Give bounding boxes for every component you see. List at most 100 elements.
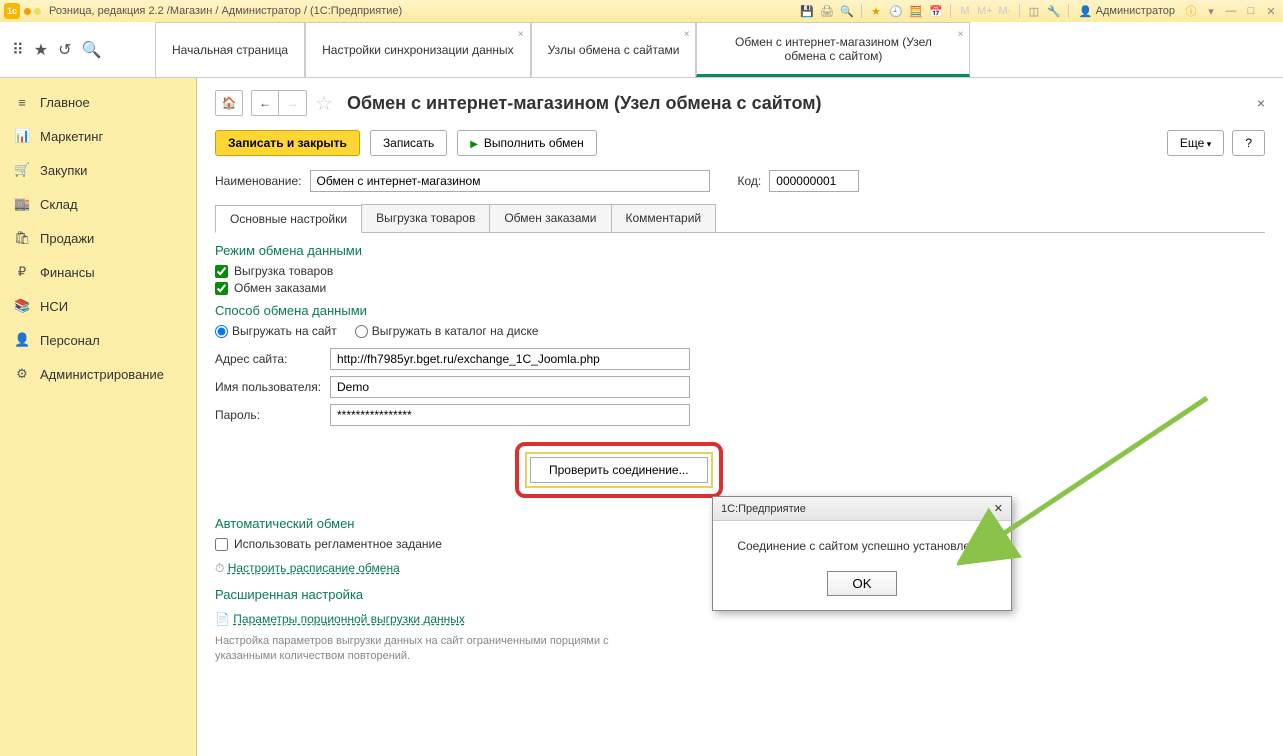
clock-icon[interactable]: 🕘	[888, 3, 904, 19]
dialog-body: Соединение с сайтом успешно установлено.	[713, 521, 1011, 571]
apps-icon[interactable]: ⠿	[12, 40, 24, 60]
sidebar-item-marketing[interactable]: 📊 Маркетинг	[0, 119, 196, 153]
username-input[interactable]	[330, 376, 690, 398]
person-icon: 👤	[14, 332, 30, 348]
name-input[interactable]	[310, 170, 710, 192]
dialog-close-icon[interactable]: ✕	[994, 502, 1003, 515]
link-schedule[interactable]: Настроить расписание обмена	[228, 561, 400, 575]
password-input[interactable]	[330, 404, 690, 426]
tab-label: Начальная страница	[172, 43, 288, 57]
tab-goods-export[interactable]: Выгрузка товаров	[361, 204, 490, 232]
calendar-icon[interactable]: 📅	[928, 3, 944, 19]
radio-label: Выгружать на сайт	[232, 324, 337, 338]
checkbox-label: Выгрузка товаров	[234, 264, 333, 278]
list-icon: 📄	[215, 612, 230, 626]
tab-main-settings[interactable]: Основные настройки	[215, 205, 362, 233]
radio-to-disk[interactable]: Выгружать в каталог на диске	[355, 324, 539, 338]
tab-order-exchange[interactable]: Обмен заказами	[489, 204, 611, 232]
user-badge[interactable]: 👤 Администратор	[1075, 5, 1179, 18]
checkbox-label: Использовать регламентное задание	[234, 537, 442, 551]
dropdown-icon[interactable]: ▾	[1203, 3, 1219, 19]
sidebar-item-finance[interactable]: ₽Финансы	[0, 255, 196, 289]
favorite-icon[interactable]: ★	[868, 3, 884, 19]
m-plus-icon[interactable]: M+	[977, 3, 993, 19]
link-portion-params[interactable]: Параметры порционной выгрузки данных	[233, 612, 465, 626]
calculator-icon[interactable]: 🧮	[908, 3, 924, 19]
address-input[interactable]	[330, 348, 690, 370]
tab-exchange-nodes[interactable]: Узлы обмена с сайтами ×	[531, 22, 697, 77]
bag-icon: 🛍	[14, 230, 30, 246]
tab-comment[interactable]: Комментарий	[611, 204, 717, 232]
sidebar-item-sales[interactable]: 🛍 Продажи	[0, 221, 196, 255]
sidebar-item-label: Продажи	[40, 231, 94, 246]
dialog-title: 1С:Предприятие	[721, 503, 806, 515]
close-icon[interactable]: ✕	[1263, 3, 1279, 19]
hint-text: Настройка параметров выгрузки данных на …	[215, 634, 635, 665]
test-connection-highlight: Проверить соединение...	[515, 442, 723, 498]
m-minus-icon[interactable]: M-	[997, 3, 1013, 19]
sidebar-item-main[interactable]: ≡Главное	[0, 86, 196, 119]
maximize-icon[interactable]: □	[1243, 3, 1259, 19]
code-label: Код:	[738, 174, 762, 188]
m-icon[interactable]: M	[957, 3, 973, 19]
save-button[interactable]: Записать	[370, 130, 447, 156]
ruble-icon: ₽	[14, 264, 30, 280]
help-button[interactable]: ?	[1232, 130, 1265, 156]
sidebar-item-label: Администрирование	[40, 367, 164, 382]
tab-close-icon[interactable]: ×	[518, 29, 524, 40]
tab-label: Обмен с интернет-магазином (Узел обмена …	[713, 35, 953, 63]
sidebar-item-admin[interactable]: ⚙ Администрирование	[0, 357, 196, 391]
page-close-icon[interactable]: ×	[1257, 95, 1265, 111]
checkbox-order-exchange[interactable]	[215, 282, 228, 295]
window-titlebar: 1c Розница, редакция 2.2 /Магазин / Адми…	[0, 0, 1283, 22]
home-button[interactable]: 🏠	[215, 90, 243, 116]
sidebar: ≡Главное 📊 Маркетинг 🛒Закупки 🏬 Склад 🛍 Про…	[0, 78, 197, 756]
sidebar-item-label: Персонал	[40, 333, 100, 348]
forward-button[interactable]: →	[279, 90, 307, 116]
back-button[interactable]: ←	[251, 90, 279, 116]
page-title: Обмен с интернет-магазином (Узел обмена …	[347, 93, 822, 114]
tab-home[interactable]: Начальная страница	[155, 22, 305, 77]
preview-icon[interactable]: 🔍	[839, 3, 855, 19]
sidebar-item-nsi[interactable]: 📚НСИ	[0, 289, 196, 323]
sidebar-item-warehouse[interactable]: 🏬 Склад	[0, 187, 196, 221]
message-dialog: 1С:Предприятие ✕ Соединение с сайтом усп…	[712, 496, 1012, 611]
sidebar-item-label: Маркетинг	[40, 129, 103, 144]
print-icon[interactable]: 🖨	[819, 3, 835, 19]
settings-icon[interactable]: 🔧	[1046, 3, 1062, 19]
run-exchange-button[interactable]: Выполнить обмен	[457, 130, 597, 156]
gear-icon: ⚙	[14, 366, 30, 382]
minimize-icon[interactable]: —	[1223, 3, 1239, 19]
radio-to-site[interactable]: Выгружать на сайт	[215, 324, 337, 338]
sidebar-item-label: Склад	[40, 197, 78, 212]
save-icon[interactable]: 💾	[799, 3, 815, 19]
tab-close-icon[interactable]: ×	[684, 29, 690, 40]
panels-icon[interactable]: ◫	[1026, 3, 1042, 19]
sidebar-item-personnel[interactable]: 👤 Персонал	[0, 323, 196, 357]
warehouse-icon: 🏬	[14, 196, 30, 212]
search-icon[interactable]: 🔍	[81, 40, 101, 60]
checkbox-export-goods[interactable]	[215, 265, 228, 278]
checkbox-scheduled[interactable]	[215, 538, 228, 551]
checkbox-label: Обмен заказами	[234, 281, 326, 295]
sidebar-item-label: НСИ	[40, 299, 68, 314]
tab-close-icon[interactable]: ×	[958, 29, 964, 40]
save-close-button[interactable]: Записать и закрыть	[215, 130, 360, 156]
tab-label: Узлы обмена с сайтами	[548, 43, 680, 57]
star-icon[interactable]: ★	[34, 40, 48, 60]
app-logo-icon: 1c	[4, 3, 20, 19]
tab-sync-settings[interactable]: Настройки синхронизации данных×	[305, 22, 531, 77]
address-label: Адрес сайта:	[215, 352, 330, 366]
code-input[interactable]	[769, 170, 859, 192]
sidebar-item-label: Главное	[40, 95, 90, 110]
favorite-star-icon[interactable]: ☆	[315, 91, 333, 116]
sidebar-item-purchases[interactable]: 🛒Закупки	[0, 153, 196, 187]
tab-exchange-store[interactable]: Обмен с интернет-магазином (Узел обмена …	[696, 22, 970, 77]
test-connection-button[interactable]: Проверить соединение...	[530, 457, 708, 483]
dialog-ok-button[interactable]: OK	[827, 571, 896, 596]
chart-icon: 📊	[14, 128, 30, 144]
info-icon[interactable]: ⓘ	[1183, 3, 1199, 19]
more-button[interactable]: Еще	[1167, 130, 1224, 156]
history-icon[interactable]: ↺	[58, 40, 71, 60]
clock-icon: ⏱	[215, 561, 224, 575]
